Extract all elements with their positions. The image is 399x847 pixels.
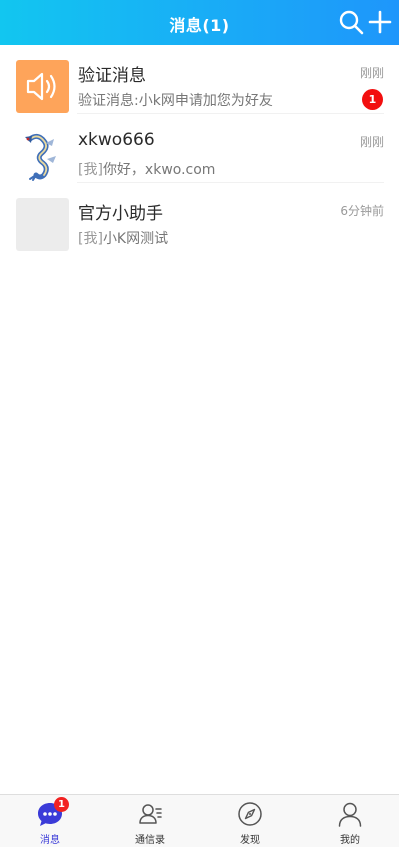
message-preview-text: 小K网测试 xyxy=(102,231,169,247)
bottom-tab-bar: 1 消息 通信录 发现 我的 xyxy=(0,794,399,847)
tab-discover[interactable]: 发现 xyxy=(200,795,300,847)
tab-label: 通信录 xyxy=(135,835,165,846)
conversation-name: xkwo666 xyxy=(78,130,155,150)
conversation-name: 官方小助手 xyxy=(78,204,163,224)
conversation-time: 刚刚 xyxy=(359,66,384,80)
conversation-preview: 验证消息:小k网申请加您为好友 xyxy=(78,90,273,110)
user-icon xyxy=(337,801,363,827)
message-preview-text: 验证消息:小k网申请加您为好友 xyxy=(78,93,273,109)
contacts-icon xyxy=(137,801,163,827)
sender-prefix: [我] xyxy=(78,162,103,178)
conversation-preview: [我]小K网测试 xyxy=(78,228,168,248)
unread-badge: 1 xyxy=(362,89,383,110)
tab-badge: 1 xyxy=(54,797,69,812)
dragon-avatar xyxy=(16,129,69,182)
conversation-name: 验证消息 xyxy=(78,66,146,86)
blank-avatar xyxy=(16,198,69,251)
tab-messages[interactable]: 1 消息 xyxy=(0,795,100,847)
sender-prefix: [我] xyxy=(78,231,103,247)
message-preview-text: 你好，xkwo.com xyxy=(102,162,216,178)
tab-label: 发现 xyxy=(240,835,260,846)
speaker-icon xyxy=(16,60,69,113)
header-bar: 消息(1) xyxy=(0,0,399,45)
plus-icon[interactable] xyxy=(367,9,393,35)
tab-label: 消息 xyxy=(40,835,60,846)
conversation-item-xkwo666[interactable]: xkwo666 刚刚 [我]你好，xkwo.com xyxy=(0,114,399,183)
compass-icon xyxy=(237,801,263,827)
conversation-time: 刚刚 xyxy=(359,135,384,149)
conversation-preview: [我]你好，xkwo.com xyxy=(78,159,215,179)
tab-me[interactable]: 我的 xyxy=(300,795,399,847)
conversation-item-verification[interactable]: 验证消息 刚刚 验证消息:小k网申请加您为好友 1 xyxy=(0,45,399,114)
tab-contacts[interactable]: 通信录 xyxy=(100,795,200,847)
conversation-list: 验证消息 刚刚 验证消息:小k网申请加您为好友 1 xkwo666 刚刚 [我]… xyxy=(0,45,399,252)
conversation-time: 6分钟前 xyxy=(340,204,384,218)
search-icon[interactable] xyxy=(338,9,364,35)
tab-label: 我的 xyxy=(340,835,360,846)
conversation-item-official-assistant[interactable]: 官方小助手 6分钟前 [我]小K网测试 xyxy=(0,183,399,252)
